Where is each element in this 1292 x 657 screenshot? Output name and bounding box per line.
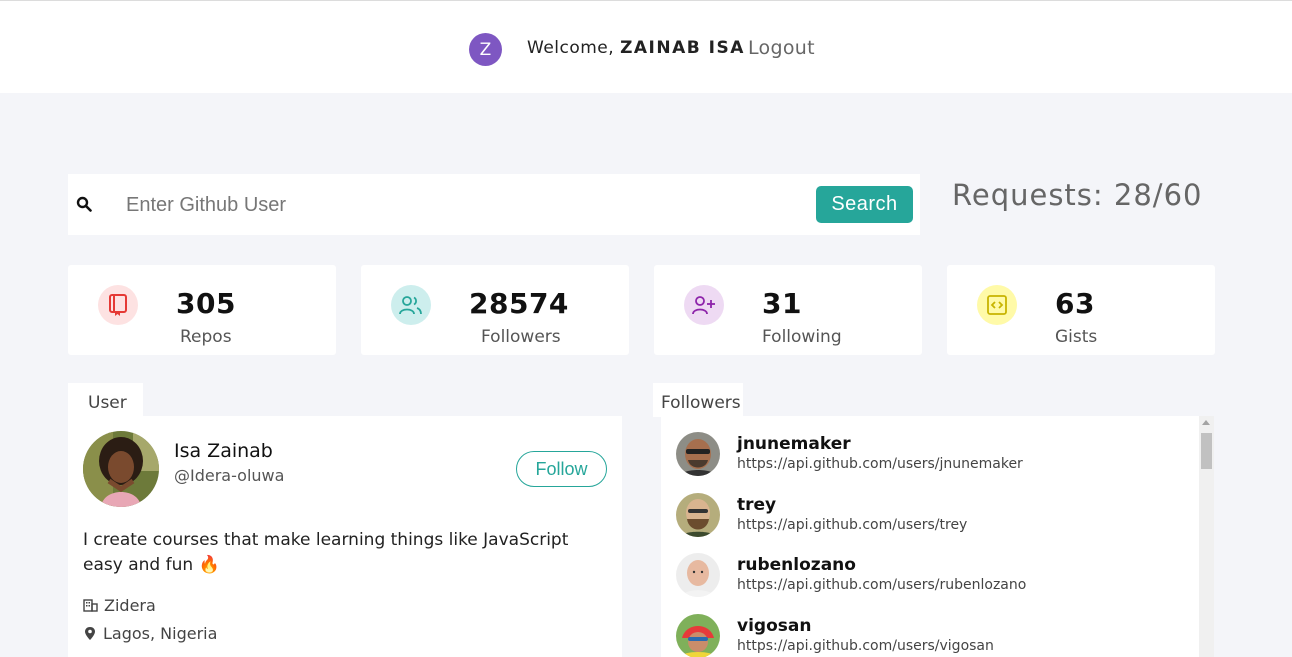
welcome-message: Welcome, ZAINAB ISA <box>527 38 745 58</box>
follower-login: trey <box>737 495 777 515</box>
search-form: Search <box>68 174 920 235</box>
user-card: Isa Zainab @Idera-oluwa Follow I create … <box>68 416 622 657</box>
user-company: Zidera <box>83 596 156 615</box>
stat-value: 63 <box>1055 287 1095 320</box>
follower-item[interactable]: jnunemaker https://api.github.com/users/… <box>676 432 1176 488</box>
requests-label: Requests: <box>952 178 1104 212</box>
user-avatar: Z <box>469 33 502 66</box>
follower-item[interactable]: vigosan https://api.github.com/users/vig… <box>676 614 1176 657</box>
top-navbar: Z Welcome, ZAINAB ISA Logout <box>0 0 1292 93</box>
stat-label: Repos <box>180 327 232 347</box>
welcome-prefix: Welcome, <box>527 38 615 58</box>
user-company-name: Zidera <box>104 596 156 615</box>
follower-login: jnunemaker <box>737 434 851 454</box>
requests-value: 28/60 <box>1113 178 1203 212</box>
code-icon <box>977 285 1017 325</box>
follower-url[interactable]: https://api.github.com/users/trey <box>737 517 967 533</box>
scrollbar-thumb[interactable] <box>1201 433 1212 469</box>
scroll-up-arrow-icon[interactable] <box>1202 420 1210 425</box>
search-icon <box>76 196 92 212</box>
follower-item[interactable]: rubenlozano https://api.github.com/users… <box>676 553 1176 609</box>
stat-value: 31 <box>762 287 802 320</box>
stat-card-followers: 28574 Followers <box>361 265 629 355</box>
user-location-name: Lagos, Nigeria <box>103 624 218 643</box>
stat-value: 305 <box>176 287 236 320</box>
follower-login: rubenlozano <box>737 555 856 575</box>
user-profile-photo <box>83 431 159 507</box>
stat-card-gists: 63 Gists <box>947 265 1215 355</box>
tab-followers: Followers <box>653 383 743 417</box>
follower-avatar <box>676 553 720 597</box>
tab-user: User <box>68 383 143 417</box>
requests-counter: Requests: 28/60 <box>952 178 1202 212</box>
follower-avatar <box>676 493 720 537</box>
user-login: @Idera-oluwa <box>174 466 285 485</box>
follower-avatar <box>676 614 720 657</box>
user-location: Lagos, Nigeria <box>83 624 217 643</box>
welcome-user-name: ZAINAB ISA <box>620 38 745 58</box>
followers-list: jnunemaker https://api.github.com/users/… <box>661 416 1214 657</box>
follow-button[interactable]: Follow <box>516 451 607 487</box>
stat-label: Followers <box>481 327 561 347</box>
search-input[interactable] <box>118 186 818 224</box>
stat-label: Gists <box>1055 327 1098 347</box>
followers-scrollbar[interactable] <box>1199 416 1214 657</box>
stat-value: 28574 <box>469 287 569 320</box>
repo-book-icon <box>98 285 138 325</box>
location-pin-icon <box>85 627 95 640</box>
user-full-name: Isa Zainab <box>174 440 273 462</box>
search-button[interactable]: Search <box>816 186 913 223</box>
stat-card-following: 31 Following <box>654 265 922 355</box>
user-bio: I create courses that make learning thin… <box>83 530 569 575</box>
follower-url[interactable]: https://api.github.com/users/rubenlozano <box>737 577 1026 593</box>
building-icon <box>83 599 98 612</box>
follower-login: vigosan <box>737 616 812 636</box>
follower-url[interactable]: https://api.github.com/users/vigosan <box>737 638 994 654</box>
users-icon <box>391 285 431 325</box>
follower-url[interactable]: https://api.github.com/users/jnunemaker <box>737 456 1023 472</box>
follower-item[interactable]: trey https://api.github.com/users/trey <box>676 493 1176 549</box>
follower-avatar <box>676 432 720 476</box>
stat-label: Following <box>762 327 842 347</box>
stat-card-repos: 305 Repos <box>68 265 336 355</box>
user-plus-icon <box>684 285 724 325</box>
logout-button[interactable]: Logout <box>748 37 815 59</box>
